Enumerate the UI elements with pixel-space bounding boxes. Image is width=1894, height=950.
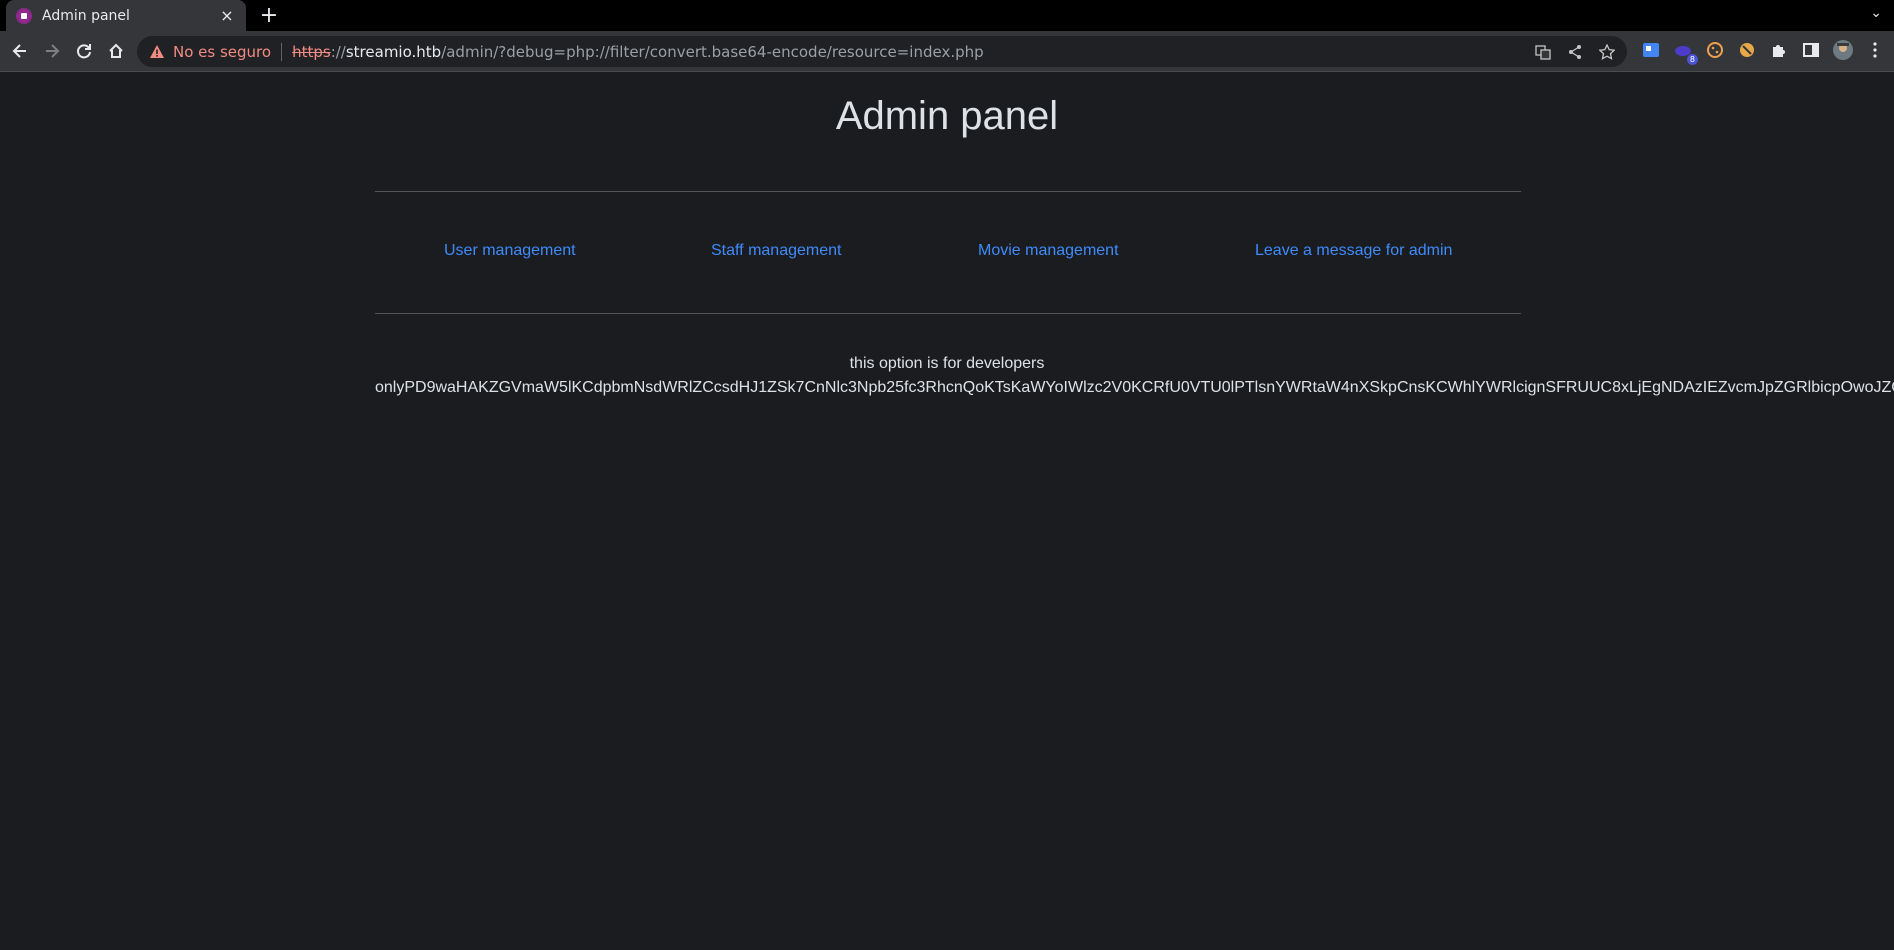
tab-close-icon[interactable]: ×	[218, 6, 236, 25]
hacking-extension-icon[interactable]	[1736, 39, 1758, 61]
new-tab-button[interactable]: +	[256, 3, 282, 29]
url-path: /admin/?debug=php://filter/convert.base6…	[441, 42, 984, 61]
site-favicon-icon	[16, 7, 32, 24]
omnibox-divider	[281, 42, 283, 61]
page-content: Admin panel User management Staff manage…	[0, 72, 1894, 950]
address-bar[interactable]: No es seguro https://streamio.htb/admin/…	[137, 36, 1627, 67]
admin-nav: User management Staff management Movie m…	[375, 242, 1521, 272]
url-scheme: https	[292, 42, 331, 61]
url-text[interactable]: https://streamio.htb/admin/?debug=php://…	[292, 43, 984, 61]
top-divider	[375, 191, 1521, 192]
extensions-area: 8	[1640, 39, 1886, 65]
puzzle-extensions-icon[interactable]	[1768, 39, 1790, 61]
bookmark-star-icon[interactable]	[1597, 42, 1617, 62]
back-icon[interactable]	[8, 39, 32, 63]
share-icon[interactable]	[1565, 42, 1585, 62]
security-warning-label[interactable]: No es seguro	[173, 43, 271, 61]
browser-toolbar: No es seguro https://streamio.htb/admin/…	[0, 31, 1894, 72]
omnibox-actions	[1533, 42, 1617, 62]
tab-title: Admin panel	[42, 7, 130, 24]
tab-search-icon[interactable]: ⌄	[1870, 5, 1882, 21]
url-separator: ://	[330, 42, 346, 61]
debug-output: onlyPD9waHAKZGVmaW5lKCdpbmNsdWRlZCcsdHJ1…	[375, 379, 1894, 396]
translate-extension-icon[interactable]	[1640, 39, 1662, 61]
warning-icon[interactable]	[149, 44, 165, 60]
developer-note: this option is for developers	[849, 355, 1045, 372]
cookie-extension-icon[interactable]	[1704, 39, 1726, 61]
url-host: streamio.htb	[345, 42, 442, 61]
browser-menu-icon[interactable]	[1864, 39, 1886, 61]
translate-icon[interactable]	[1533, 42, 1553, 62]
home-icon[interactable]	[104, 39, 128, 63]
staff-management-link[interactable]: Staff management	[711, 242, 841, 260]
page-title: Admin panel	[835, 94, 1059, 138]
leave-message-link[interactable]: Leave a message for admin	[1255, 242, 1452, 260]
side-panel-icon[interactable]	[1800, 39, 1822, 61]
user-management-link[interactable]: User management	[444, 242, 576, 260]
reload-icon[interactable]	[72, 39, 96, 63]
profile-avatar-icon[interactable]	[1832, 39, 1854, 61]
tab-strip: Admin panel × + ⌄	[0, 0, 1894, 31]
movie-management-link[interactable]: Movie management	[978, 242, 1119, 260]
bottom-divider	[375, 313, 1521, 314]
extension-badge: 8	[1686, 54, 1698, 65]
extension-with-badge-icon[interactable]: 8	[1672, 39, 1698, 65]
browser-tab[interactable]: Admin panel ×	[6, 0, 246, 31]
forward-icon[interactable]	[40, 39, 64, 63]
